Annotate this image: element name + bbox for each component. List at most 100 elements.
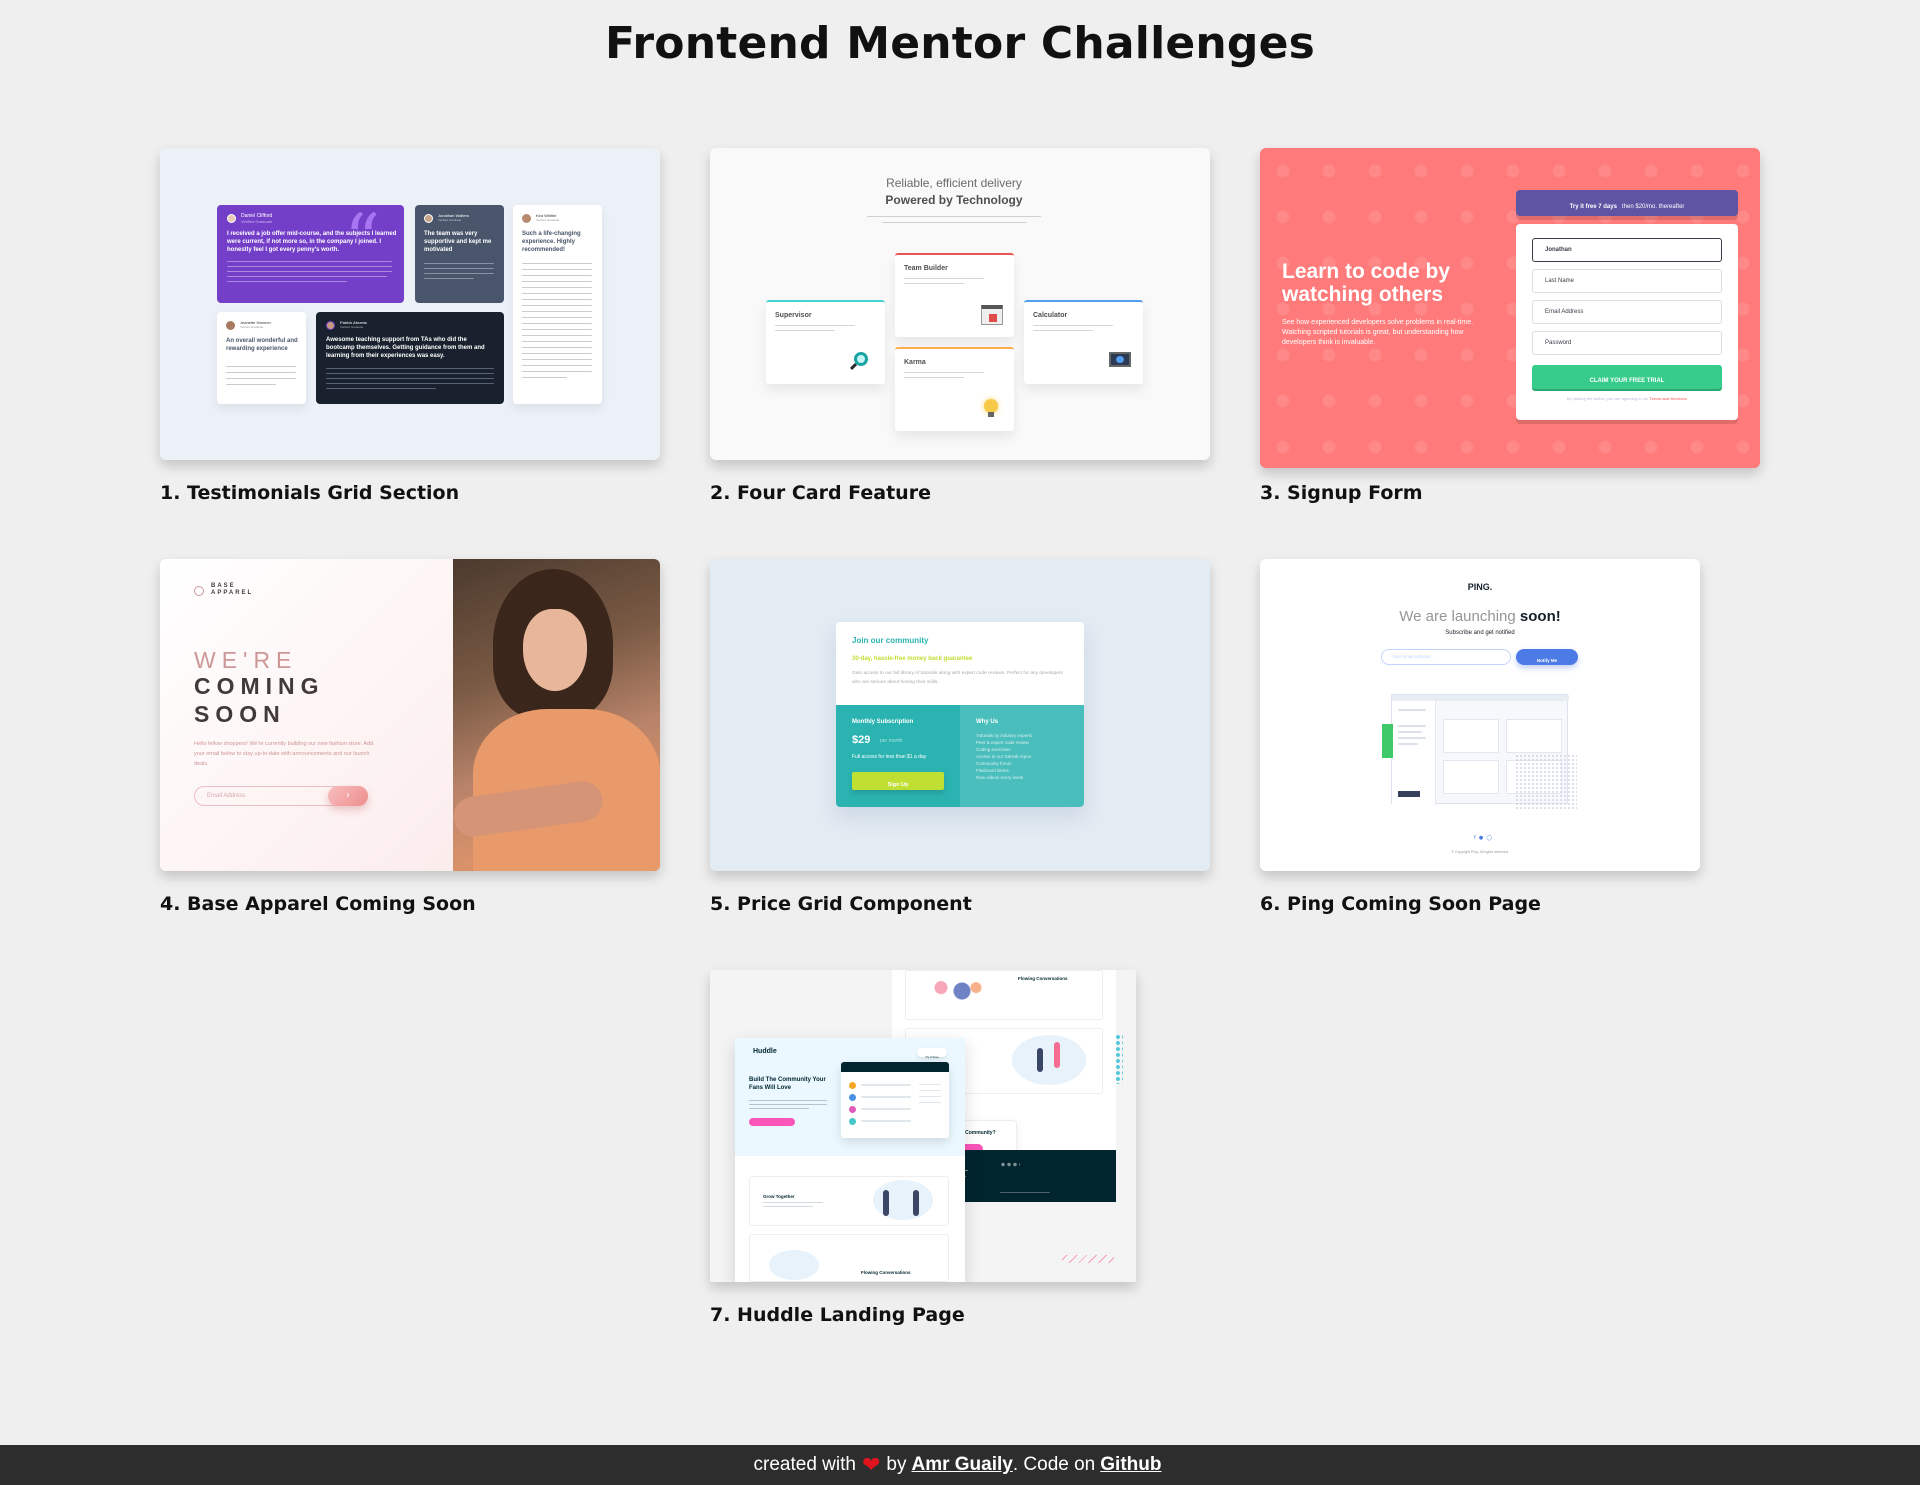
- subscription-price: $29: [852, 734, 871, 746]
- terms-link[interactable]: Terms and Services: [1650, 396, 1688, 401]
- notify-me-button[interactable]: Notify Me: [1516, 649, 1578, 665]
- project-card-base-apparel[interactable]: BASE APPAREL WE'RE COMING SOON Hello fel…: [160, 559, 660, 915]
- feature-card-title: Team Builder: [904, 265, 948, 272]
- ping-logo: PING.: [1467, 582, 1493, 592]
- project-thumbnail-ping[interactable]: PING. We are launching soon! Subscribe a…: [1260, 559, 1700, 871]
- huddle-flowing-title-front: Flowing Conversations: [861, 1270, 911, 1275]
- twitter-icon[interactable]: ●: [1479, 835, 1483, 841]
- arrow-right-icon: ›: [346, 790, 350, 801]
- why-us-item: Tutorials by industry experts: [976, 733, 1033, 738]
- claim-trial-label: CLAIM YOUR FREE TRIAL: [1589, 378, 1665, 384]
- why-us-title: Why Us: [976, 719, 999, 725]
- feature-card-title: Karma: [904, 359, 926, 366]
- lightbulb-icon: [984, 399, 998, 413]
- why-us-item: Access to our GitHub repos: [976, 754, 1032, 759]
- author-link[interactable]: Amr Guaily: [911, 1454, 1012, 1476]
- page-title: Frontend Mentor Challenges: [604, 18, 1316, 69]
- feature-card-karma: Karma: [895, 347, 1014, 431]
- first-name-value: Jonathan: [1545, 247, 1572, 253]
- trial-banner-bold: Try it free 7 days: [1569, 204, 1617, 210]
- last-name-field[interactable]: Last Name: [1532, 269, 1722, 293]
- project-card-signup-form[interactable]: Learn to code by watching others See how…: [1260, 148, 1760, 504]
- notify-me-label: Notify Me: [1536, 658, 1558, 663]
- why-us-item: Peer & expert code review: [976, 740, 1029, 745]
- project-thumbnail-testimonials[interactable]: “ Daniel Clifford Verified Graduate I re…: [160, 148, 660, 460]
- subscription-title: Monthly Subscription: [852, 719, 914, 725]
- huddle-try-it-button[interactable]: Try It Free: [917, 1048, 947, 1059]
- project-title[interactable]: 5. Price Grid Component: [710, 893, 1210, 915]
- price-card: Join our community 30-day, hassle-free m…: [836, 622, 1084, 807]
- project-thumbnail-signup[interactable]: Learn to code by watching others See how…: [1260, 148, 1760, 468]
- ping-email-input[interactable]: Your email address...: [1381, 649, 1511, 665]
- avatar-icon: [226, 321, 235, 330]
- logo-line2: APPAREL: [211, 590, 254, 596]
- feature-heading-bold: Powered by Technology: [885, 193, 1023, 207]
- price-heading: Join our community: [852, 636, 929, 645]
- why-us-panel: Why Us Tutorials by industry experts Pee…: [960, 705, 1084, 807]
- price-guarantee: 30-day, hassle-free money back guarantee: [852, 656, 973, 662]
- huddle-hero-title: Build The Community Your Fans Will Love: [749, 1077, 826, 1091]
- project-title[interactable]: 4. Base Apparel Coming Soon: [160, 893, 660, 915]
- feature-card-title: Supervisor: [775, 312, 812, 319]
- project-thumbnail-base-apparel[interactable]: BASE APPAREL WE'RE COMING SOON Hello fel…: [160, 559, 660, 871]
- email-placeholder: Email Address: [207, 793, 246, 799]
- signup-headline: Learn to code by watching others: [1282, 260, 1451, 306]
- why-us-item: New videos every week: [976, 775, 1024, 780]
- testimonial-role: Verified Graduate: [241, 219, 273, 224]
- submit-button[interactable]: ›: [328, 786, 368, 806]
- project-thumbnail-price-grid[interactable]: Join our community 30-day, hassle-free m…: [710, 559, 1210, 871]
- project-card-price-grid[interactable]: Join our community 30-day, hassle-free m…: [710, 559, 1210, 915]
- why-us-item: Community forum: [976, 761, 1012, 766]
- feature-card-title: Calculator: [1033, 312, 1068, 319]
- instagram-icon[interactable]: ◯: [1486, 835, 1492, 841]
- project-title[interactable]: 2. Four Card Feature: [710, 482, 1210, 504]
- project-card-four-card-feature[interactable]: Reliable, efficient delivery Powered by …: [710, 148, 1210, 504]
- ping-heading: We are launching soon!: [1260, 608, 1700, 625]
- project-card-huddle[interactable]: Flowing Conversations Ready To Build You…: [710, 970, 1210, 1326]
- testimonial-role: Verified Graduate: [536, 218, 560, 222]
- why-us-item: Flashcard decks: [976, 768, 1009, 773]
- project-card-testimonials[interactable]: “ Daniel Clifford Verified Graduate I re…: [160, 148, 660, 504]
- project-thumbnail-four-card[interactable]: Reliable, efficient delivery Powered by …: [710, 148, 1210, 460]
- avatar-icon: [326, 321, 335, 330]
- facebook-icon[interactable]: f: [1474, 835, 1476, 841]
- first-name-field[interactable]: Jonathan: [1532, 238, 1722, 262]
- huddle-grow-title: Grow Together: [763, 1194, 795, 1199]
- github-link[interactable]: Github: [1100, 1454, 1161, 1476]
- huddle-mockup: [841, 1062, 949, 1138]
- testimonial-headline: Awesome teaching support from TAs who di…: [326, 337, 485, 359]
- testimonial-card-jeanette: Jeanette Harmon Verified Graduate An ove…: [217, 312, 306, 404]
- zigzag-decoration: [1062, 1255, 1114, 1263]
- logo-circle-icon: [194, 586, 204, 596]
- footer: created with ❤ by Amr Guaily . Code on G…: [0, 1445, 1920, 1485]
- heading-light: WE'RE: [194, 647, 298, 673]
- trial-banner-rest: then $20/mo. thereafter: [1622, 204, 1685, 210]
- claim-trial-button[interactable]: CLAIM YOUR FREE TRIAL: [1532, 365, 1722, 389]
- project-card-ping[interactable]: PING. We are launching soon! Subscribe a…: [1260, 559, 1760, 915]
- footer-created-with: created with: [753, 1454, 856, 1475]
- heading-bold-2: SOON: [194, 701, 286, 727]
- project-title[interactable]: 1. Testimonials Grid Section: [160, 482, 660, 504]
- subscription-text: Full access for less than $1 a day: [852, 754, 927, 760]
- testimonial-card-kira: Kira Whittle Verified Graduate Such a li…: [513, 205, 602, 404]
- project-title[interactable]: 7. Huddle Landing Page: [710, 1304, 1210, 1326]
- ping-subscribe: Subscribe and get notified: [1445, 630, 1515, 636]
- project-title[interactable]: 3. Signup Form: [1260, 482, 1760, 504]
- project-thumbnail-huddle[interactable]: Flowing Conversations Ready To Build You…: [710, 970, 1136, 1282]
- last-name-placeholder: Last Name: [1545, 278, 1575, 284]
- email-field[interactable]: Email Address: [1532, 300, 1722, 324]
- huddle-logo: Huddle: [753, 1048, 777, 1055]
- testimonial-role: Verified Graduate: [340, 325, 364, 329]
- ping-copyright: © Copyright Ping. All rights reserved.: [1451, 850, 1509, 854]
- trial-banner: Try it free 7 days then $20/mo. thereaft…: [1516, 190, 1738, 216]
- face: [523, 609, 587, 691]
- project-title[interactable]: 6. Ping Coming Soon Page: [1260, 893, 1760, 915]
- signup-subtext: See how experienced developers solve pro…: [1282, 319, 1474, 346]
- logo-line1: BASE: [211, 583, 236, 589]
- footer-code-on: . Code on: [1012, 1454, 1096, 1475]
- footer-by: by: [886, 1454, 907, 1475]
- password-field[interactable]: Password: [1532, 331, 1722, 355]
- subscription-panel: Monthly Subscription $29 per month Full …: [836, 705, 960, 807]
- sign-up-button[interactable]: Sign Up: [852, 772, 944, 790]
- feature-card-team-builder: Team Builder: [895, 253, 1014, 337]
